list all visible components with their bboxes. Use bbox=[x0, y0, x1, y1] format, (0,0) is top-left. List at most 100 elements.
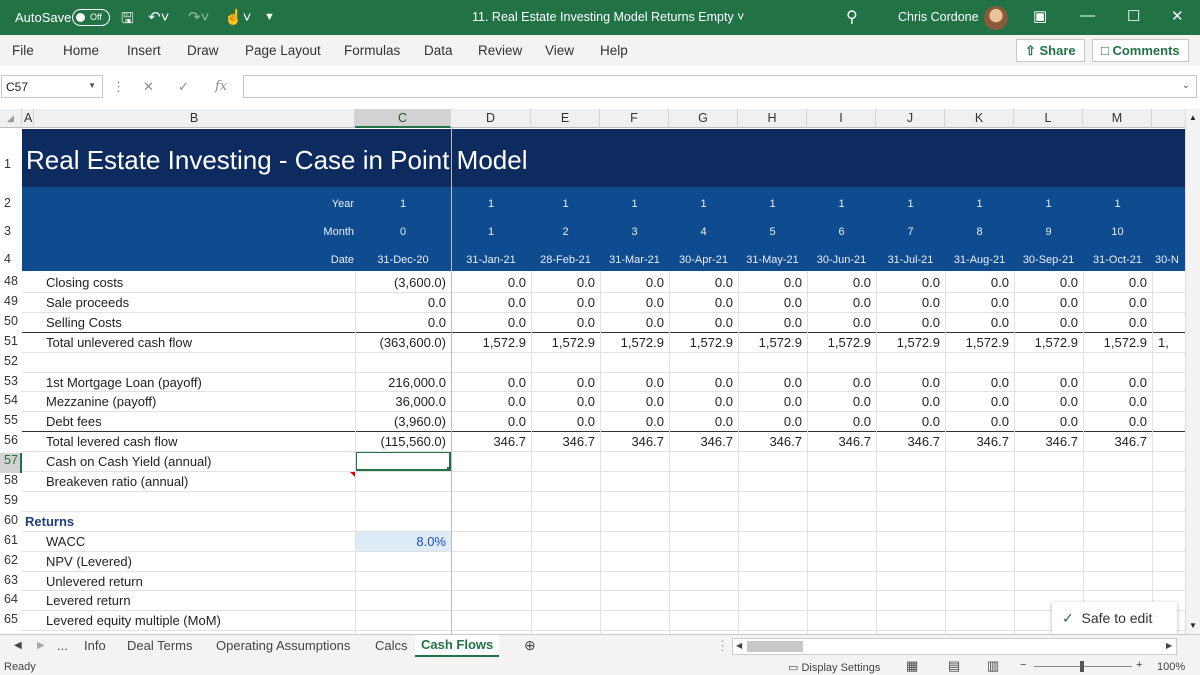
row-header[interactable]: 59 bbox=[0, 493, 22, 513]
table-cell[interactable]: 0.0 bbox=[531, 315, 595, 330]
table-cell[interactable]: 0.0 bbox=[600, 275, 664, 290]
table-cell[interactable]: 346.7 bbox=[807, 434, 871, 449]
row-label[interactable]: Levered return bbox=[46, 593, 131, 608]
horizontal-scrollbar[interactable]: ◀ ▶ bbox=[732, 638, 1177, 655]
normal-view-icon[interactable]: ▦ bbox=[906, 658, 918, 674]
tab-page-layout[interactable]: Page Layout bbox=[245, 43, 321, 58]
table-cell[interactable]: 0.0 bbox=[355, 315, 446, 330]
row-header[interactable]: 48 bbox=[0, 274, 22, 294]
row-label[interactable]: 1st Mortgage Loan (payoff) bbox=[46, 375, 202, 390]
row-label[interactable]: NPV (Levered) bbox=[46, 554, 132, 569]
table-cell[interactable]: 0.0 bbox=[600, 414, 664, 429]
table-cell[interactable]: 0.0 bbox=[876, 394, 940, 409]
column-header-g[interactable]: G bbox=[669, 109, 738, 128]
table-cell[interactable]: 216,000.0 bbox=[355, 375, 446, 390]
table-cell[interactable]: 0.0 bbox=[531, 394, 595, 409]
table-cell[interactable]: 0.0 bbox=[738, 414, 802, 429]
table-cell[interactable]: 0.0 bbox=[807, 275, 871, 290]
tab-view[interactable]: View bbox=[545, 43, 574, 58]
row-label[interactable]: Selling Costs bbox=[46, 315, 122, 330]
avatar[interactable] bbox=[984, 6, 1008, 30]
table-cell[interactable]: 0.0 bbox=[600, 315, 664, 330]
scroll-left-icon[interactable]: ◀ bbox=[736, 641, 742, 650]
table-cell[interactable]: 0.0 bbox=[355, 295, 446, 310]
table-cell[interactable]: 1,572.9 bbox=[1083, 335, 1147, 350]
row-header[interactable]: 57 bbox=[0, 453, 22, 473]
table-cell[interactable]: 0.0 bbox=[945, 394, 1009, 409]
column-header-d[interactable]: D bbox=[451, 109, 531, 128]
table-cell[interactable]: 0.0 bbox=[945, 375, 1009, 390]
row-header[interactable]: 64 bbox=[0, 592, 22, 612]
table-cell[interactable]: (363,600.0) bbox=[355, 335, 447, 350]
table-cell[interactable]: 346.7 bbox=[600, 434, 664, 449]
table-cell[interactable]: 0.0 bbox=[876, 275, 940, 290]
table-cell[interactable]: 0.0 bbox=[945, 275, 1009, 290]
table-cell[interactable]: 0.0 bbox=[451, 295, 526, 310]
user-name[interactable]: Chris Cordone bbox=[898, 10, 979, 24]
table-cell[interactable]: 0.0 bbox=[738, 315, 802, 330]
row-header[interactable]: 60 bbox=[0, 513, 22, 533]
table-cell[interactable]: 0.0 bbox=[451, 315, 526, 330]
row-header[interactable]: 61 bbox=[0, 533, 22, 553]
row-header[interactable]: 50 bbox=[0, 314, 22, 334]
table-cell[interactable]: 0.0 bbox=[1083, 275, 1147, 290]
table-cell[interactable]: 346.7 bbox=[876, 434, 940, 449]
table-cell[interactable]: 346.7 bbox=[945, 434, 1009, 449]
table-cell[interactable]: 0.0 bbox=[669, 414, 733, 429]
save-icon[interactable]: 🖫 bbox=[121, 8, 134, 33]
table-cell[interactable]: 0.0 bbox=[669, 295, 733, 310]
table-cell[interactable]: 1,572.9 bbox=[451, 335, 526, 350]
column-header-m[interactable]: M bbox=[1083, 109, 1152, 128]
share-button[interactable]: ⇧ Share bbox=[1016, 39, 1085, 62]
row-label[interactable]: WACC bbox=[46, 534, 85, 549]
tab-info[interactable]: Info bbox=[84, 638, 106, 653]
table-cell[interactable]: 0.0 bbox=[945, 295, 1009, 310]
display-settings-button[interactable]: ▭ Display Settings bbox=[788, 661, 880, 674]
tab-deal-terms[interactable]: Deal Terms bbox=[127, 638, 193, 653]
row-header[interactable]: 58 bbox=[0, 473, 22, 493]
table-cell[interactable]: 0.0 bbox=[451, 375, 526, 390]
table-cell[interactable]: 0.0 bbox=[669, 275, 733, 290]
redo-icon[interactable]: ↷˅ bbox=[188, 8, 209, 26]
table-cell[interactable]: (115,560.0) bbox=[355, 434, 446, 449]
row-header[interactable]: 52 bbox=[0, 354, 22, 374]
comments-button[interactable]: □ Comments bbox=[1092, 39, 1189, 62]
table-cell[interactable]: 0.0 bbox=[738, 275, 802, 290]
table-cell[interactable]: 0.0 bbox=[531, 275, 595, 290]
tab-file[interactable]: File bbox=[12, 43, 34, 58]
table-cell[interactable]: 0.0 bbox=[451, 394, 526, 409]
row-header[interactable]: 2 bbox=[0, 196, 22, 210]
table-cell[interactable]: 0.0 bbox=[531, 414, 595, 429]
zoom-level[interactable]: 100% bbox=[1157, 661, 1185, 673]
tab-cash-flows[interactable]: Cash Flows bbox=[415, 635, 500, 657]
autosave-toggle[interactable]: Off bbox=[72, 9, 110, 26]
row-header[interactable]: 49 bbox=[0, 294, 22, 314]
table-cell[interactable]: 346.7 bbox=[669, 434, 733, 449]
minimize-icon[interactable]: — bbox=[1080, 7, 1095, 24]
vertical-scrollbar[interactable]: ▲ ▼ bbox=[1185, 109, 1200, 634]
zoom-thumb[interactable] bbox=[1080, 661, 1084, 672]
row-label[interactable]: Debt fees bbox=[46, 414, 102, 429]
page-break-view-icon[interactable]: ▥ bbox=[987, 658, 999, 674]
table-cell[interactable]: 1,572.9 bbox=[738, 335, 802, 350]
table-cell[interactable]: 0.0 bbox=[807, 394, 871, 409]
formula-input[interactable]: ⌄ bbox=[243, 75, 1197, 98]
safe-to-edit-toast[interactable]: ✓ Safe to edit bbox=[1052, 602, 1177, 634]
tab-split-handle[interactable]: ⋮ bbox=[716, 638, 729, 654]
table-cell[interactable]: 0.0 bbox=[531, 295, 595, 310]
column-header-e[interactable]: E bbox=[531, 109, 600, 128]
add-sheet-icon[interactable]: ⊕ bbox=[524, 637, 536, 654]
row-header[interactable]: 3 bbox=[0, 224, 22, 238]
row-header[interactable]: 1 bbox=[0, 157, 22, 171]
column-header-j[interactable]: J bbox=[876, 109, 945, 128]
table-cell[interactable]: 0.0 bbox=[738, 394, 802, 409]
zoom-in-icon[interactable]: + bbox=[1136, 659, 1142, 671]
row-label[interactable]: Total levered cash flow bbox=[46, 434, 178, 449]
table-cell[interactable]: 0.0 bbox=[451, 275, 526, 290]
table-cell[interactable]: 346.7 bbox=[531, 434, 595, 449]
row-label[interactable]: Unlevered return bbox=[46, 574, 143, 589]
row-header[interactable]: 4 bbox=[0, 252, 22, 266]
search-icon[interactable]: ⚲ bbox=[846, 7, 858, 27]
row-label[interactable]: Closing costs bbox=[46, 275, 123, 290]
table-cell[interactable]: 0.0 bbox=[1083, 315, 1147, 330]
